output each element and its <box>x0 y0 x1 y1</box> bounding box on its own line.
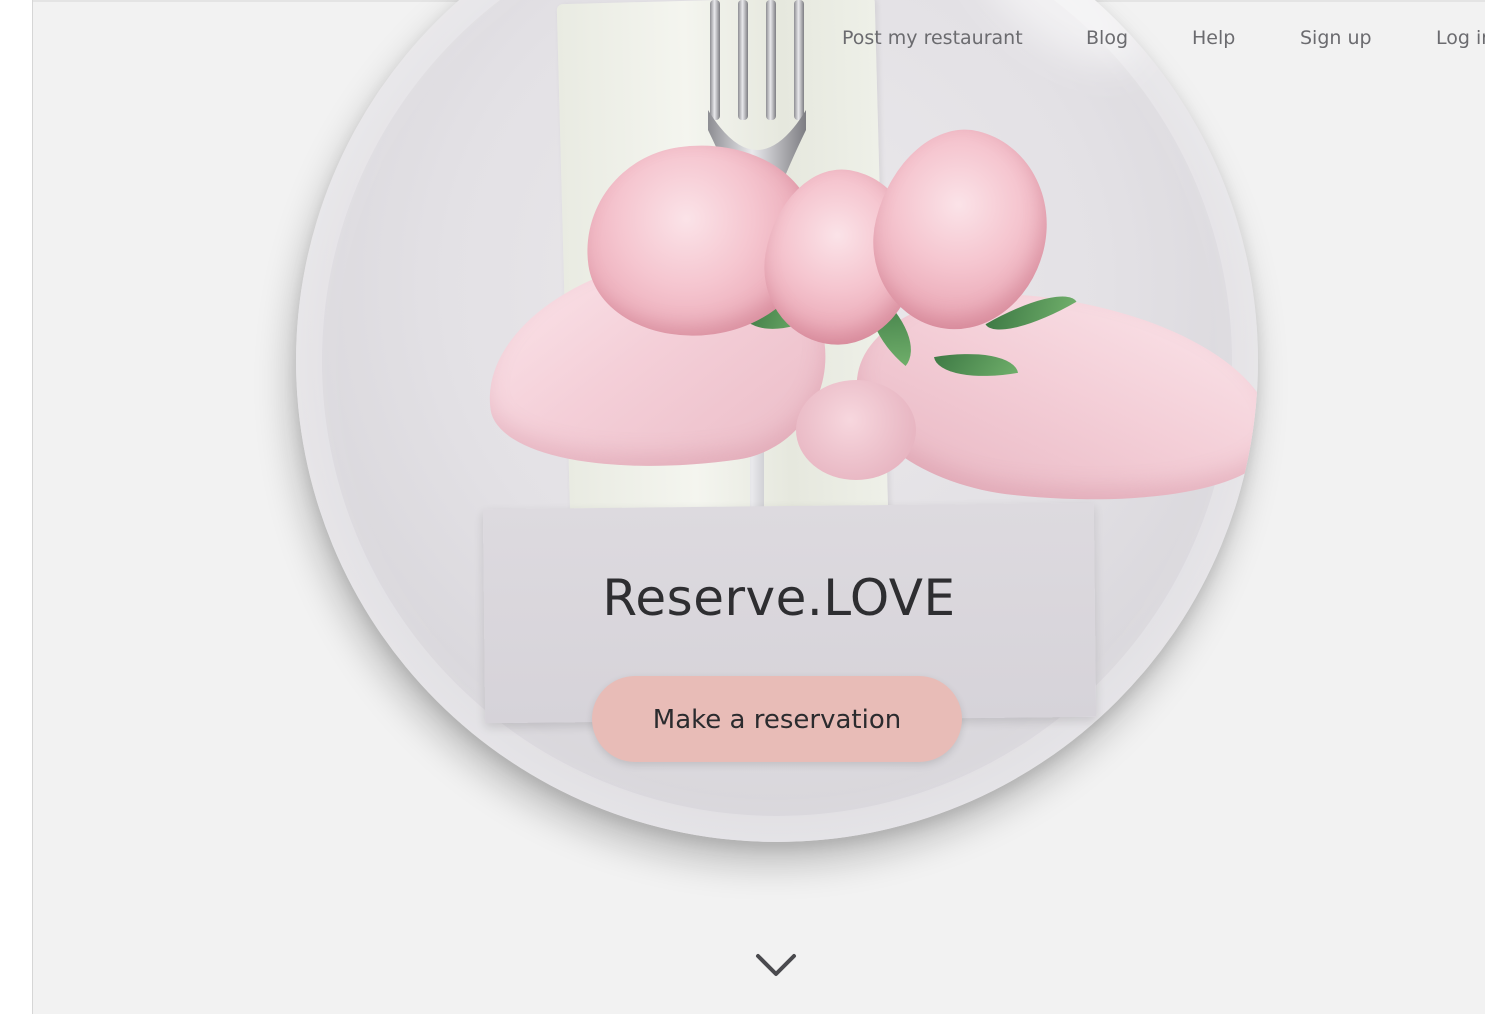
nav-link-post-my-restaurant[interactable]: Post my restaurant <box>842 24 1023 52</box>
nav-link-log-in[interactable]: Log in <box>1436 24 1485 52</box>
chevron-down-icon[interactable] <box>754 948 798 982</box>
nav-link-blog[interactable]: Blog <box>1086 24 1128 52</box>
make-reservation-button[interactable]: Make a reservation <box>592 676 962 762</box>
brand-title: Reserve.LOVE <box>602 569 956 627</box>
top-navigation: Post my restaurant Blog Help Sign up Log… <box>0 0 1485 80</box>
ribbon-knot <box>796 380 916 480</box>
nav-link-sign-up[interactable]: Sign up <box>1300 24 1372 52</box>
nav-link-help[interactable]: Help <box>1192 24 1235 52</box>
landing-page: Reserve.LOVE Make a reservation Post my … <box>0 0 1485 1014</box>
page-edge <box>0 0 33 1014</box>
